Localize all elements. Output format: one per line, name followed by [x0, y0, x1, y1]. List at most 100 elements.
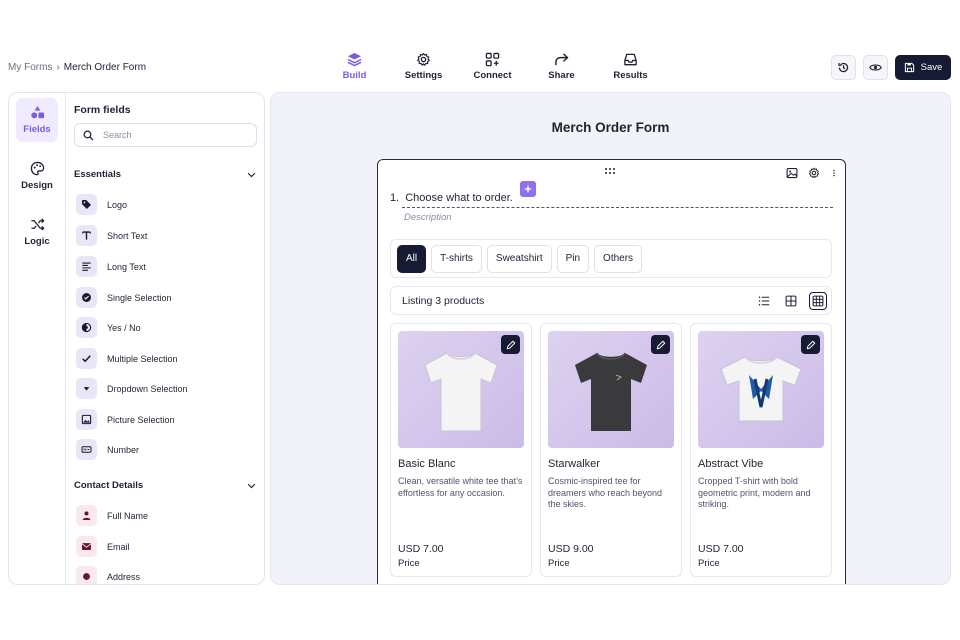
- shapes-icon: [30, 105, 44, 119]
- field-short-text[interactable]: Short Text: [76, 225, 147, 246]
- ai-assist-button[interactable]: [520, 181, 536, 197]
- checkmark-icon: [76, 348, 97, 369]
- edit-product-button[interactable]: [651, 335, 670, 354]
- field-picture-selection[interactable]: Picture Selection: [76, 409, 175, 430]
- question-title[interactable]: 1. Choose what to order.: [390, 192, 513, 204]
- field-label: Full Name: [107, 510, 149, 521]
- field-full-name[interactable]: Full Name: [76, 505, 148, 526]
- tab-settings[interactable]: Settings: [389, 52, 458, 81]
- listing-count: Listing 3 products: [402, 294, 485, 307]
- product-description: Cosmic-inspired tee for dreamers who rea…: [548, 476, 663, 509]
- gear-icon[interactable]: [808, 167, 820, 179]
- save-label: Save: [920, 62, 943, 73]
- form-fields-panel: Form fields Essentials Logo Short Text L…: [66, 93, 264, 584]
- field-email[interactable]: Email: [76, 536, 130, 557]
- tab-build[interactable]: Build: [320, 52, 389, 81]
- history-button[interactable]: [831, 55, 856, 80]
- form-canvas: Merch Order Form 1. Choose what to order…: [270, 92, 951, 585]
- caret-down-icon: [76, 378, 97, 399]
- filter-others[interactable]: Others: [594, 244, 643, 273]
- rail-item-logic[interactable]: Logic: [16, 210, 58, 254]
- breadcrumb: My Forms › Merch Order Form: [8, 62, 146, 73]
- field-long-text[interactable]: Long Text: [76, 256, 146, 277]
- description-field[interactable]: Description: [404, 212, 452, 223]
- search-input[interactable]: [103, 130, 243, 140]
- field-address[interactable]: Address: [76, 566, 141, 584]
- card-tools: [786, 167, 838, 179]
- field-multiple-selection[interactable]: Multiple Selection: [76, 348, 178, 369]
- filter-sweatshirt[interactable]: Sweatshirt: [486, 244, 552, 273]
- filter-all[interactable]: All: [397, 244, 427, 273]
- product-card[interactable]: Abstract Vibe Cropped T-shirt with bold …: [690, 323, 832, 577]
- tshirt-image: [575, 352, 647, 431]
- save-button[interactable]: Save: [895, 55, 951, 80]
- product-name: Basic Blanc: [398, 458, 456, 470]
- check-circle-icon: [76, 287, 97, 308]
- layers-icon: [347, 52, 362, 67]
- form-fields-title: Form fields: [74, 104, 131, 116]
- field-yes-no[interactable]: Yes / No: [76, 317, 141, 338]
- edit-product-button[interactable]: [501, 335, 520, 354]
- drag-handle-icon[interactable]: [604, 167, 616, 175]
- grid-icon: [785, 295, 797, 306]
- tshirt-image: [720, 356, 802, 422]
- field-logo[interactable]: Logo: [76, 194, 127, 215]
- product-image: [698, 331, 824, 448]
- field-label: Number: [107, 444, 140, 455]
- category-filter-bar: All T-shirts Sweatshirt Pin Others: [390, 239, 832, 278]
- field-label: Address: [107, 571, 141, 582]
- product-image: [548, 331, 674, 448]
- field-number[interactable]: Number: [76, 439, 139, 460]
- rail-label: Design: [21, 180, 53, 191]
- preview-button[interactable]: [863, 55, 888, 80]
- section-contact-details[interactable]: Contact Details: [74, 480, 257, 491]
- left-panel: Fields Design Logic Form fields Essentia…: [8, 92, 265, 585]
- search-icon: [83, 130, 94, 140]
- filter-t-shirts[interactable]: T-shirts: [431, 244, 482, 273]
- section-title: Contact Details: [74, 480, 144, 491]
- tab-share[interactable]: Share: [527, 52, 596, 81]
- product-card[interactable]: Basic Blanc Clean, versatile white tee t…: [390, 323, 532, 577]
- filter-pin[interactable]: Pin: [556, 244, 590, 273]
- field-label: Email: [107, 541, 130, 552]
- grid-view-button[interactable]: [782, 292, 800, 310]
- question-underline: [402, 207, 833, 208]
- shuffle-icon: [30, 218, 45, 231]
- product-card[interactable]: Starwalker Cosmic-inspired tee for dream…: [540, 323, 682, 577]
- product-description: Clean, versatile white tee that’s effort…: [398, 476, 523, 498]
- product-price-label: Price: [548, 558, 570, 569]
- field-search: [74, 123, 257, 147]
- field-label: Dropdown Selection: [107, 383, 188, 394]
- field-label: Picture Selection: [107, 414, 175, 425]
- gear-icon: [417, 52, 430, 66]
- field-single-selection[interactable]: Single Selection: [76, 287, 172, 308]
- question-card[interactable]: 1. Choose what to order. Description All…: [377, 159, 846, 584]
- product-name: Starwalker: [548, 458, 600, 470]
- field-dropdown-selection[interactable]: Dropdown Selection: [76, 378, 188, 399]
- location-icon: [76, 566, 97, 584]
- product-price: USD 7.00: [698, 543, 744, 555]
- rail-item-design[interactable]: Design: [16, 154, 58, 198]
- gallery-view-button[interactable]: [809, 291, 827, 310]
- side-rail: Fields Design Logic: [9, 93, 66, 584]
- tab-connect[interactable]: Connect: [458, 52, 527, 81]
- mail-icon: [76, 536, 97, 557]
- product-price-label: Price: [698, 558, 720, 569]
- tab-label: Build: [342, 70, 367, 81]
- rail-item-fields[interactable]: Fields: [16, 98, 58, 142]
- eye-icon: [869, 64, 882, 71]
- top-actions: Save: [831, 55, 951, 80]
- tab-results[interactable]: Results: [596, 52, 665, 81]
- share-icon: [555, 53, 569, 66]
- product-image: [398, 331, 524, 448]
- image-icon[interactable]: [786, 167, 798, 179]
- edit-product-button[interactable]: [801, 335, 820, 354]
- field-label: Yes / No: [107, 322, 141, 333]
- more-vertical-icon[interactable]: [830, 167, 838, 179]
- breadcrumb-my-forms[interactable]: My Forms: [8, 62, 52, 73]
- tab-label: Results: [613, 70, 648, 81]
- section-essentials[interactable]: Essentials: [74, 169, 257, 180]
- list-view-button[interactable]: [755, 292, 773, 310]
- chevron-down-icon: [247, 172, 256, 178]
- connect-icon: [485, 52, 500, 67]
